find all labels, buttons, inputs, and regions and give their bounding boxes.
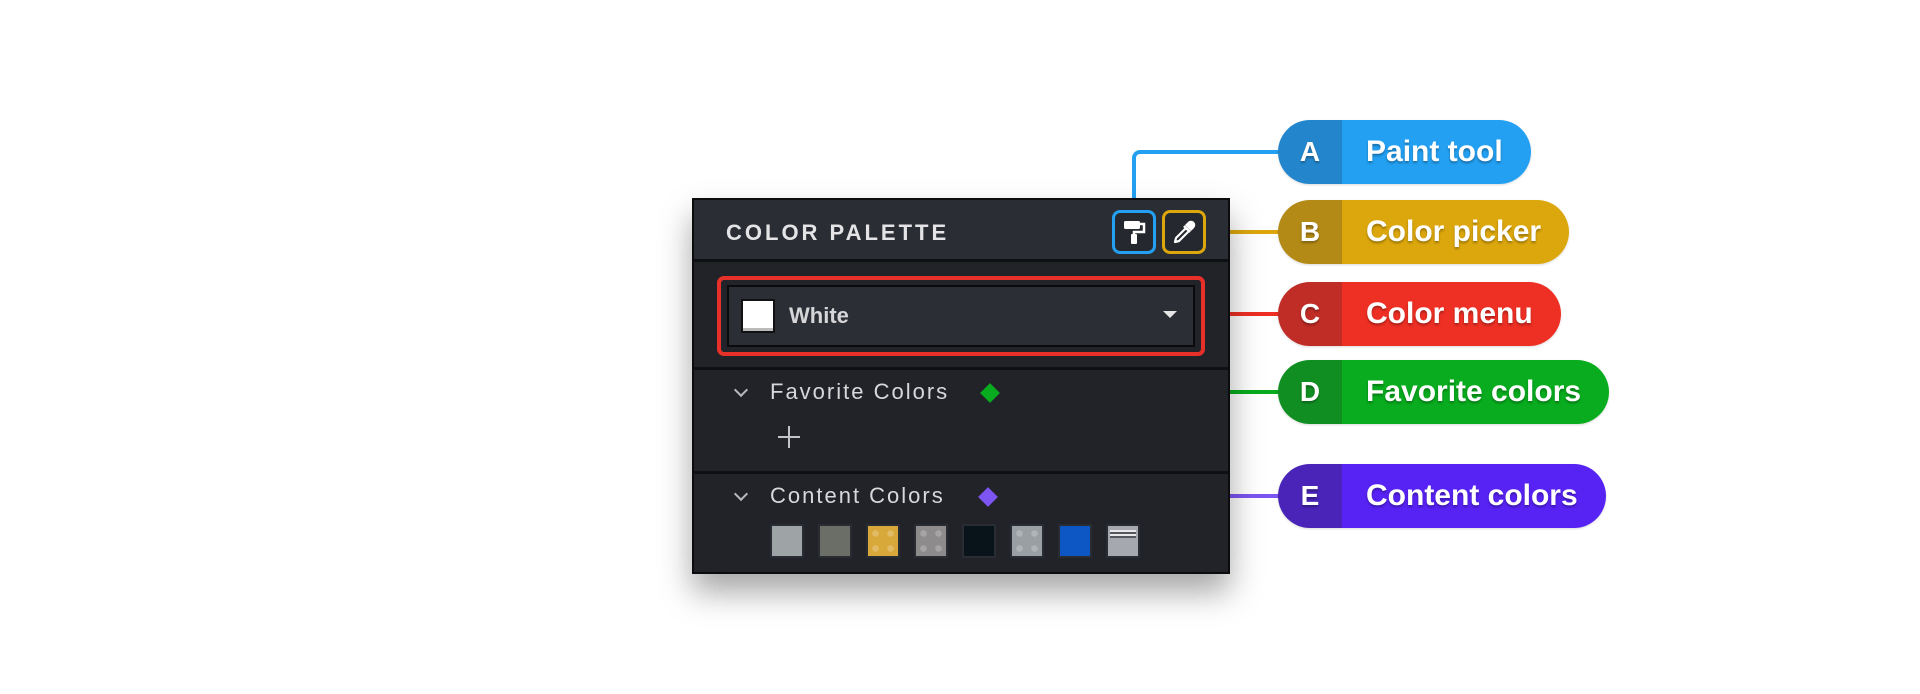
panel-title: COLOR PALETTE bbox=[726, 220, 950, 245]
callout-b: B Color picker bbox=[1278, 200, 1570, 264]
color-palette-panel: COLOR PALETTE White Favorite Colors Cont… bbox=[692, 198, 1230, 574]
content-color-swatch[interactable] bbox=[1010, 524, 1044, 558]
content-color-swatch[interactable] bbox=[818, 524, 852, 558]
callout-letter: B bbox=[1278, 200, 1342, 264]
chevron-down-icon[interactable] bbox=[733, 382, 749, 398]
content-color-swatch[interactable] bbox=[866, 524, 900, 558]
callout-letter: E bbox=[1278, 464, 1342, 528]
callout-letter: C bbox=[1278, 282, 1342, 346]
panel-header: COLOR PALETTE bbox=[694, 200, 1228, 262]
callout-a: A Paint tool bbox=[1278, 120, 1531, 184]
content-colors-marker bbox=[978, 487, 998, 507]
callout-d: D Favorite colors bbox=[1278, 360, 1610, 424]
callout-letter: A bbox=[1278, 120, 1342, 184]
content-colors-title[interactable]: Content Colors bbox=[770, 483, 945, 509]
callout-letter: D bbox=[1278, 360, 1342, 424]
divider bbox=[694, 471, 1228, 474]
callout-label: Content colors bbox=[1342, 464, 1606, 528]
content-color-swatch[interactable] bbox=[1106, 524, 1140, 558]
callout-label: Color menu bbox=[1342, 282, 1561, 346]
content-color-swatch[interactable] bbox=[770, 524, 804, 558]
chevron-down-icon[interactable] bbox=[733, 486, 749, 502]
paint-roller-icon bbox=[1124, 221, 1146, 244]
favorite-colors-marker bbox=[980, 383, 1000, 403]
content-color-swatch[interactable] bbox=[914, 524, 948, 558]
color-menu-dropdown[interactable]: White bbox=[727, 285, 1195, 347]
eyedropper-icon bbox=[1173, 220, 1196, 244]
color-menu-highlight: White bbox=[717, 276, 1205, 356]
divider bbox=[694, 367, 1228, 370]
paint-tool-button[interactable] bbox=[1112, 210, 1156, 254]
content-color-swatches bbox=[770, 524, 1140, 558]
favorite-colors-title[interactable]: Favorite Colors bbox=[770, 379, 949, 405]
content-color-swatch[interactable] bbox=[962, 524, 996, 558]
callout-label: Favorite colors bbox=[1342, 360, 1610, 424]
callout-label: Color picker bbox=[1342, 200, 1570, 264]
caret-down-icon bbox=[1163, 311, 1177, 318]
callout-label: Paint tool bbox=[1342, 120, 1531, 184]
callout-e: E Content colors bbox=[1278, 464, 1606, 528]
selected-color-swatch bbox=[741, 299, 775, 333]
callout-c: C Color menu bbox=[1278, 282, 1561, 346]
color-picker-button[interactable] bbox=[1162, 210, 1206, 254]
selected-color-label: White bbox=[789, 303, 849, 328]
content-color-swatch[interactable] bbox=[1058, 524, 1092, 558]
plus-icon[interactable] bbox=[778, 426, 800, 448]
